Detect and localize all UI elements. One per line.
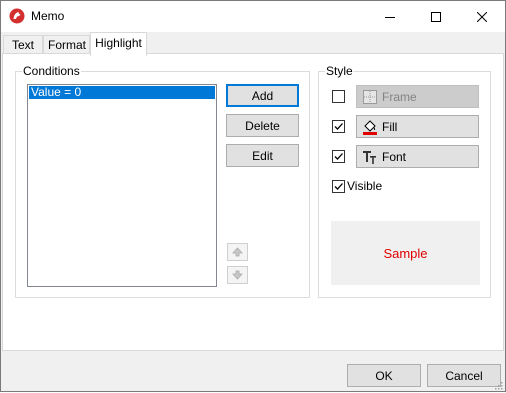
close-button[interactable]	[459, 1, 505, 32]
conditions-group-label: Conditions	[22, 64, 81, 78]
ok-button[interactable]: OK	[347, 364, 421, 387]
frame-button-label: Frame	[382, 89, 417, 104]
delete-button[interactable]: Delete	[226, 114, 299, 137]
close-icon	[477, 11, 487, 22]
tab-strip: Text Format Highlight	[1, 32, 505, 56]
highlight-tab-page: Conditions Value = 0 Add Delete Edit Sty…	[2, 53, 504, 351]
frame-icon	[362, 89, 378, 105]
resize-grip-icon[interactable]	[493, 379, 503, 390]
add-button[interactable]: Add	[226, 84, 299, 107]
frame-checkbox[interactable]	[332, 90, 345, 103]
sample-text: Sample	[383, 245, 428, 261]
checkmark-icon	[334, 153, 343, 160]
font-button[interactable]: Font	[356, 145, 479, 168]
fill-button-label: Fill	[382, 119, 398, 134]
font-checkbox[interactable]	[332, 150, 345, 163]
move-down-icon	[232, 270, 243, 280]
move-up-button[interactable]	[227, 243, 248, 261]
fill-button[interactable]: Fill	[356, 115, 479, 138]
fill-checkbox[interactable]	[332, 120, 345, 133]
visible-label[interactable]: Visible	[347, 179, 382, 193]
frame-button[interactable]: Frame	[356, 85, 479, 108]
conditions-group: Conditions Value = 0 Add Delete Edit	[15, 64, 310, 298]
title-bar[interactable]: Memo	[1, 1, 505, 32]
tab-text[interactable]: Text	[3, 35, 43, 55]
font-button-label: Font	[382, 149, 407, 164]
condition-list-item[interactable]: Value = 0	[29, 86, 215, 99]
minimize-button[interactable]	[367, 1, 413, 32]
window-title: Memo	[31, 9, 65, 23]
edit-button[interactable]: Edit	[226, 144, 299, 167]
move-down-button[interactable]	[227, 266, 248, 284]
memo-app-icon	[9, 8, 25, 24]
fill-bucket-icon	[362, 119, 378, 135]
style-group-label: Style	[325, 64, 354, 78]
font-icon	[362, 149, 378, 165]
move-up-icon	[232, 247, 243, 257]
conditions-list[interactable]: Value = 0	[27, 84, 217, 287]
checkmark-icon	[334, 123, 343, 130]
visible-checkbox[interactable]	[332, 180, 345, 193]
cancel-button[interactable]: Cancel	[427, 364, 501, 387]
tab-highlight[interactable]: Highlight	[90, 32, 147, 56]
memo-dialog: Memo Text Format Highlight Conditions Va…	[0, 0, 506, 392]
maximize-button[interactable]	[413, 1, 459, 32]
sample-preview: Sample	[331, 221, 480, 285]
tab-format[interactable]: Format	[43, 35, 90, 55]
style-group: Style Frame Fill Font Visible Sample	[318, 64, 491, 298]
minimize-icon	[385, 16, 395, 18]
maximize-icon	[431, 11, 441, 22]
checkmark-icon	[334, 183, 343, 190]
